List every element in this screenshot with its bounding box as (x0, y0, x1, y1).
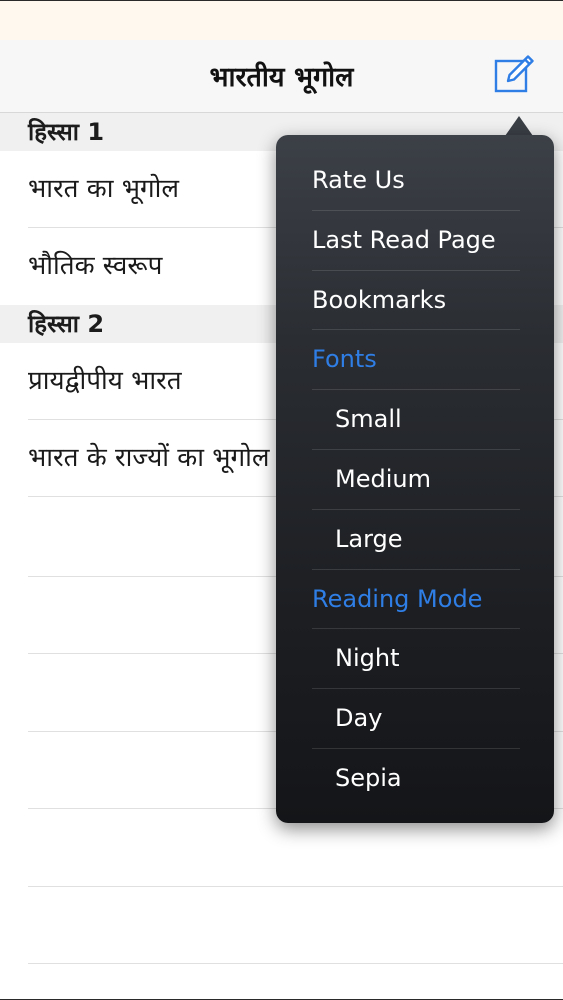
menu-item-font-small[interactable]: Small (276, 390, 554, 450)
status-bar (0, 0, 563, 41)
popover-arrow (505, 116, 533, 136)
menu-item-bookmarks[interactable]: Bookmarks (276, 271, 554, 331)
menu-item-mode-day[interactable]: Day (276, 689, 554, 749)
menu-item-mode-night[interactable]: Night (276, 629, 554, 689)
menu-header-reading-mode: Reading Mode (276, 570, 554, 630)
compose-button[interactable] (490, 51, 538, 97)
compose-icon (494, 55, 534, 93)
menu-item-rate-us[interactable]: Rate Us (276, 151, 554, 211)
menu-header-fonts: Fonts (276, 330, 554, 390)
page-title: भारतीय भूगोल (209, 62, 354, 93)
menu-item-last-read-page[interactable]: Last Read Page (276, 211, 554, 271)
menu-list: Rate Us Last Read Page Bookmarks Fonts S… (276, 151, 554, 809)
empty-row (0, 887, 563, 965)
settings-popover-menu: Rate Us Last Read Page Bookmarks Fonts S… (276, 135, 554, 823)
menu-item-font-medium[interactable]: Medium (276, 450, 554, 510)
menu-item-mode-sepia[interactable]: Sepia (276, 749, 554, 809)
navigation-bar: भारतीय भूगोल (0, 40, 563, 113)
menu-item-font-large[interactable]: Large (276, 510, 554, 570)
app-screen: भारतीय भूगोल हिस्सा 1 भारत का भूगोल भौति… (0, 0, 563, 1000)
